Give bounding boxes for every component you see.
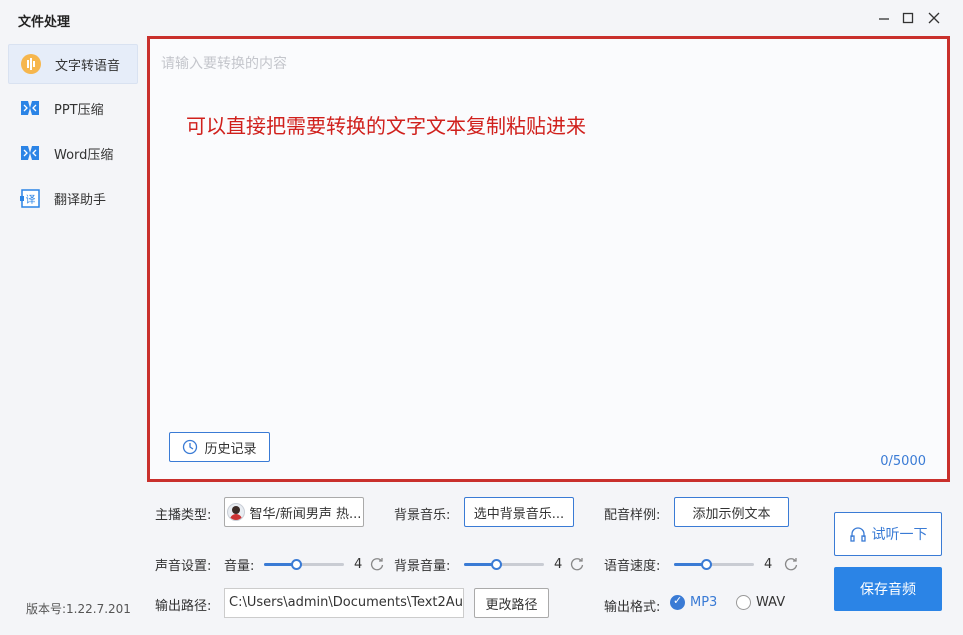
format-mp3-radio[interactable]: MP3: [670, 594, 718, 610]
anchor-select-value: 智华/新闻男声 热...: [249, 506, 362, 522]
maximize-icon: [902, 12, 914, 24]
close-icon: [928, 12, 940, 24]
close-button[interactable]: [924, 8, 944, 28]
radio-checked-icon: [670, 594, 685, 610]
slider-thumb[interactable]: [491, 559, 502, 570]
minimize-button[interactable]: [874, 8, 894, 28]
sidebar: 文字转语音 PPT压缩 Word压缩 译 翻译助手 版本号:1.22.7.201: [0, 36, 142, 635]
sidebar-item-translate[interactable]: 译 翻译助手: [8, 178, 138, 218]
title-bar: 文件处理: [0, 0, 963, 36]
format-mp3-label: MP3: [690, 595, 718, 610]
save-audio-button[interactable]: 保存音频: [834, 567, 942, 611]
select-bg-music-button[interactable]: 选中背景音乐...: [464, 497, 574, 527]
avatar: [226, 503, 245, 521]
bg-volume-slider[interactable]: [464, 557, 544, 571]
translate-icon: 译: [18, 186, 42, 210]
bg-music-label: 背景音乐:: [394, 508, 451, 523]
radio-unchecked-icon: [736, 595, 751, 610]
try-listen-label: 试听一下: [871, 527, 928, 543]
history-button[interactable]: 历史记录: [169, 432, 270, 462]
sidebar-item-label: 翻译助手: [54, 192, 107, 208]
anchor-type-label: 主播类型:: [155, 508, 212, 523]
svg-text:译: 译: [26, 194, 36, 206]
minimize-icon: [879, 18, 889, 20]
sidebar-item-tts[interactable]: 文字转语音: [8, 44, 138, 84]
change-path-button[interactable]: 更改路径: [474, 588, 549, 618]
headphones-icon: [849, 527, 866, 542]
output-path-label: 输出路径:: [155, 599, 212, 614]
add-sample-text-button[interactable]: 添加示例文本: [674, 497, 789, 527]
speed-value: 4: [764, 557, 773, 572]
output-path-field[interactable]: C:\Users\admin\Documents\Text2Aud: [224, 588, 464, 618]
format-wav-label: WAV: [756, 595, 786, 610]
anchor-select-button[interactable]: 智华/新闻男声 热...: [224, 497, 364, 527]
clock-icon: [183, 439, 198, 455]
try-listen-button[interactable]: 试听一下: [834, 512, 942, 556]
slider-thumb[interactable]: [701, 559, 712, 570]
word-compress-icon: [18, 141, 42, 165]
sample-label: 配音样例:: [604, 508, 661, 523]
sidebar-item-label: Word压缩: [54, 147, 114, 163]
sidebar-item-label: PPT压缩: [54, 102, 104, 118]
reset-speed-icon[interactable]: [783, 556, 799, 572]
speed-slider[interactable]: [674, 557, 754, 571]
ppt-compress-icon: [18, 96, 42, 120]
char-counter: 0/5000: [880, 454, 926, 469]
volume-slider[interactable]: [264, 557, 344, 571]
tts-icon: [19, 52, 43, 76]
sound-settings-label: 声音设置:: [155, 559, 212, 574]
window-title: 文件处理: [18, 15, 71, 30]
format-label: 输出格式:: [604, 600, 661, 615]
sidebar-item-ppt-compress[interactable]: PPT压缩: [8, 88, 138, 128]
maximize-button[interactable]: [898, 8, 918, 28]
text-input-area[interactable]: 请输入要转换的内容 可以直接把需要转换的文字文本复制粘贴进来 历史记录 0/50…: [147, 36, 950, 482]
volume-label: 音量:: [224, 559, 255, 574]
slider-thumb[interactable]: [291, 559, 302, 570]
text-input-placeholder: 请输入要转换的内容: [161, 56, 287, 72]
sidebar-item-word-compress[interactable]: Word压缩: [8, 133, 138, 173]
bg-volume-label: 背景音量:: [394, 559, 451, 574]
version-label: 版本号:1.22.7.201: [26, 602, 131, 616]
history-button-label: 历史记录: [204, 441, 257, 457]
format-wav-radio[interactable]: WAV: [736, 595, 785, 610]
reset-volume-icon[interactable]: [369, 556, 385, 572]
bg-volume-value: 4: [554, 557, 563, 572]
reset-bg-volume-icon[interactable]: [569, 556, 585, 572]
sidebar-item-label: 文字转语音: [55, 58, 121, 74]
volume-value: 4: [354, 557, 363, 572]
annotation-text: 可以直接把需要转换的文字文本复制粘贴进来: [186, 114, 586, 138]
speed-label: 语音速度:: [604, 559, 661, 574]
